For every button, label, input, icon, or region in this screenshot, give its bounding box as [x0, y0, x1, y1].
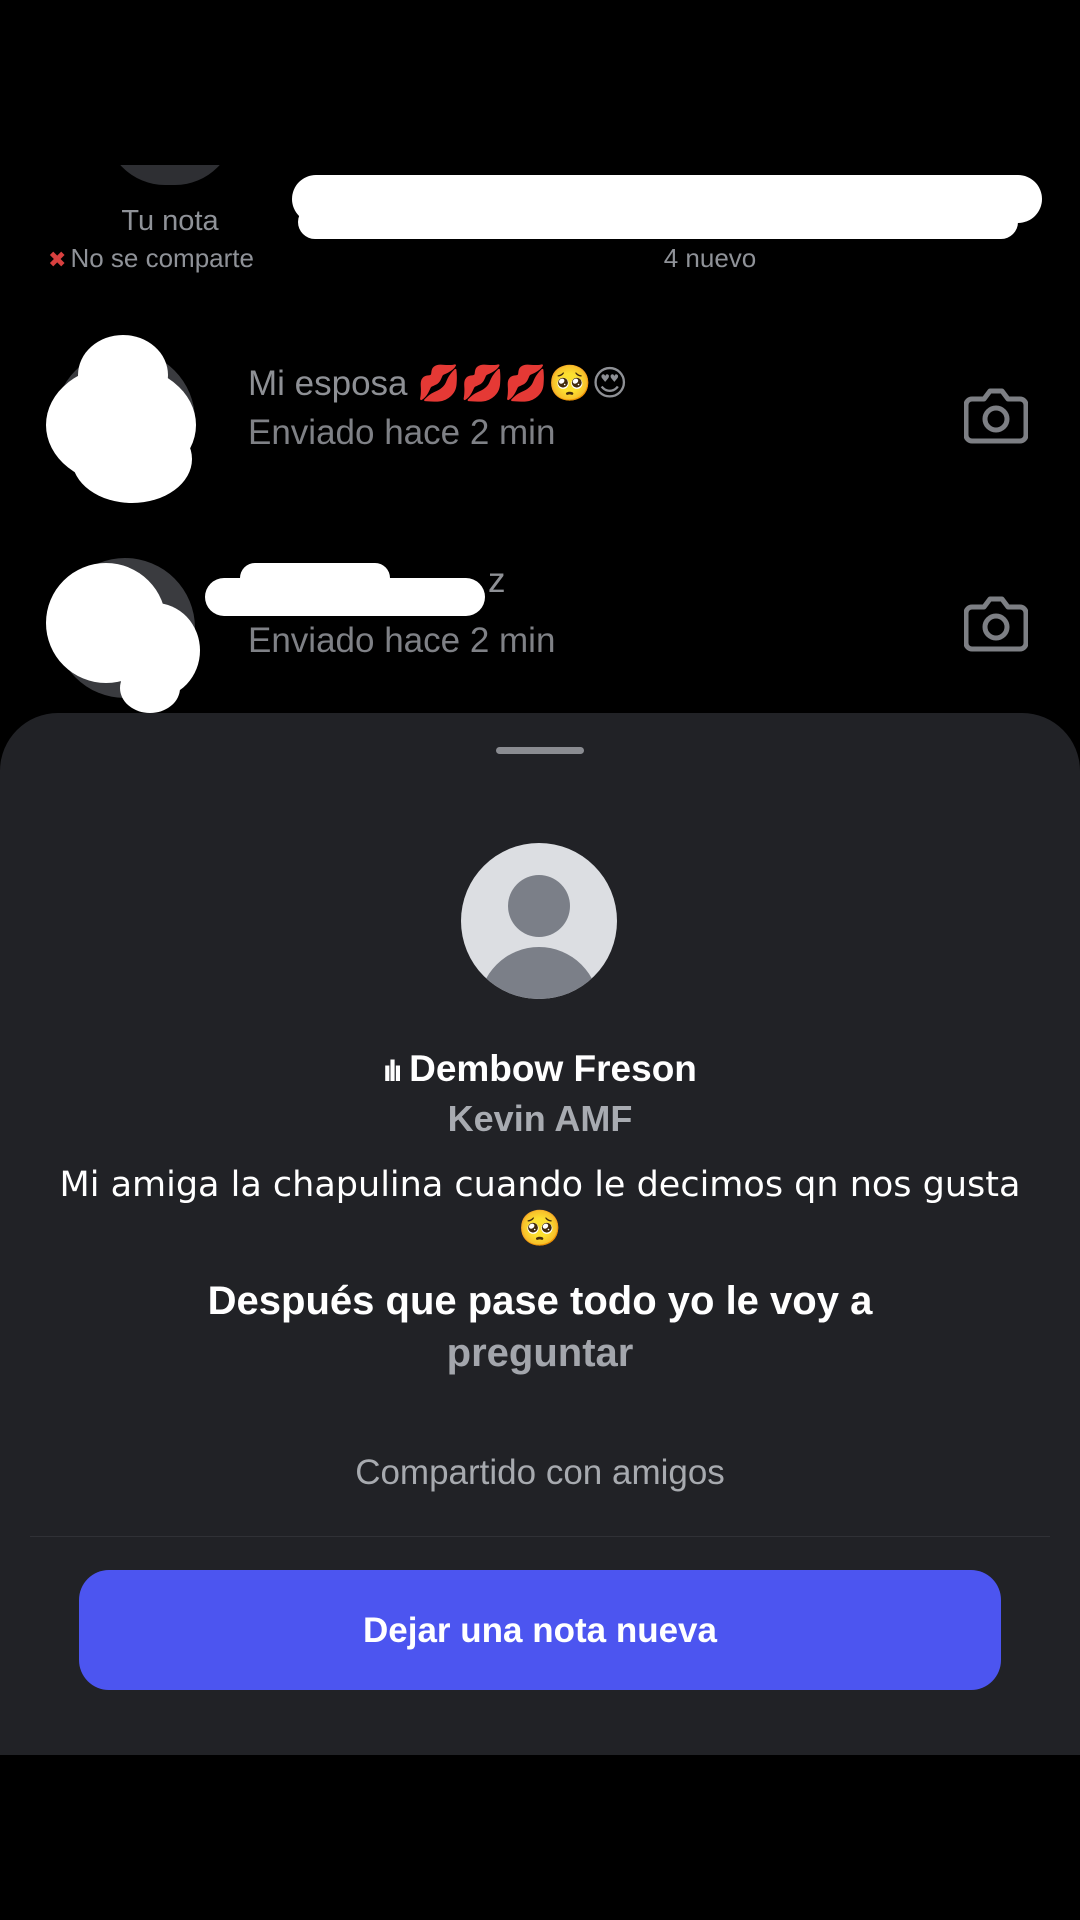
- my-note-avatar[interactable]: [105, 165, 235, 185]
- audience-label: Compartido con amigos: [355, 1453, 725, 1492]
- leave-new-note-button[interactable]: Dejar una nota nueva: [79, 1570, 1001, 1690]
- divider: [30, 1536, 1050, 1537]
- song-line: ılı Dembow Freson: [0, 1048, 1080, 1090]
- chat-name: Mi esposa 💋💋💋🥺😍: [248, 364, 629, 403]
- note-bottom-sheet: ılı Dembow Freson Kevin AMF Mi amiga la c…: [0, 713, 1080, 1755]
- notes-screen: Tu nota ✖ No se comparte 4 nuevo Mi espos…: [0, 165, 1080, 1755]
- camera-icon[interactable]: [964, 593, 1028, 653]
- chat-name: z: [488, 561, 506, 600]
- redaction-mark: [78, 335, 168, 415]
- default-avatar-icon: [461, 843, 617, 999]
- redaction-mark: [72, 415, 192, 503]
- redaction-mark: [240, 563, 390, 593]
- my-note-status: ✖ No se comparte: [48, 243, 254, 274]
- redaction-mark: [120, 663, 180, 713]
- my-note-label[interactable]: Tu nota: [85, 205, 255, 238]
- lyric-text: Después que pase todo yo le voy a pregun…: [140, 1275, 940, 1379]
- friend-note-count[interactable]: 4 nuevo: [640, 243, 780, 274]
- camera-icon[interactable]: [964, 385, 1028, 445]
- music-bars-icon: ılı: [383, 1055, 402, 1088]
- sheet-drag-handle[interactable]: [496, 747, 584, 754]
- chat-row[interactable]: z Enviado hace 2 min: [0, 543, 1080, 713]
- mute-icon: ✖: [48, 247, 67, 272]
- note-text: Mi amiga la chapulina cuando le decimos …: [59, 1165, 1021, 1249]
- chat-row[interactable]: Mi esposa 💋💋💋🥺😍 Enviado hace 2 min: [0, 335, 1080, 505]
- song-artist: Kevin AMF: [447, 1098, 633, 1139]
- song-title: Dembow Freson: [409, 1048, 697, 1089]
- chat-status: Enviado hace 2 min: [248, 413, 556, 452]
- lyric-line-current: Después que pase todo yo le voy a: [207, 1279, 873, 1323]
- lyric-line-next: preguntar: [446, 1331, 634, 1375]
- redaction-mark: [298, 205, 1018, 239]
- chat-status: Enviado hace 2 min: [248, 621, 556, 660]
- my-note-status-text: No se comparte: [70, 243, 254, 273]
